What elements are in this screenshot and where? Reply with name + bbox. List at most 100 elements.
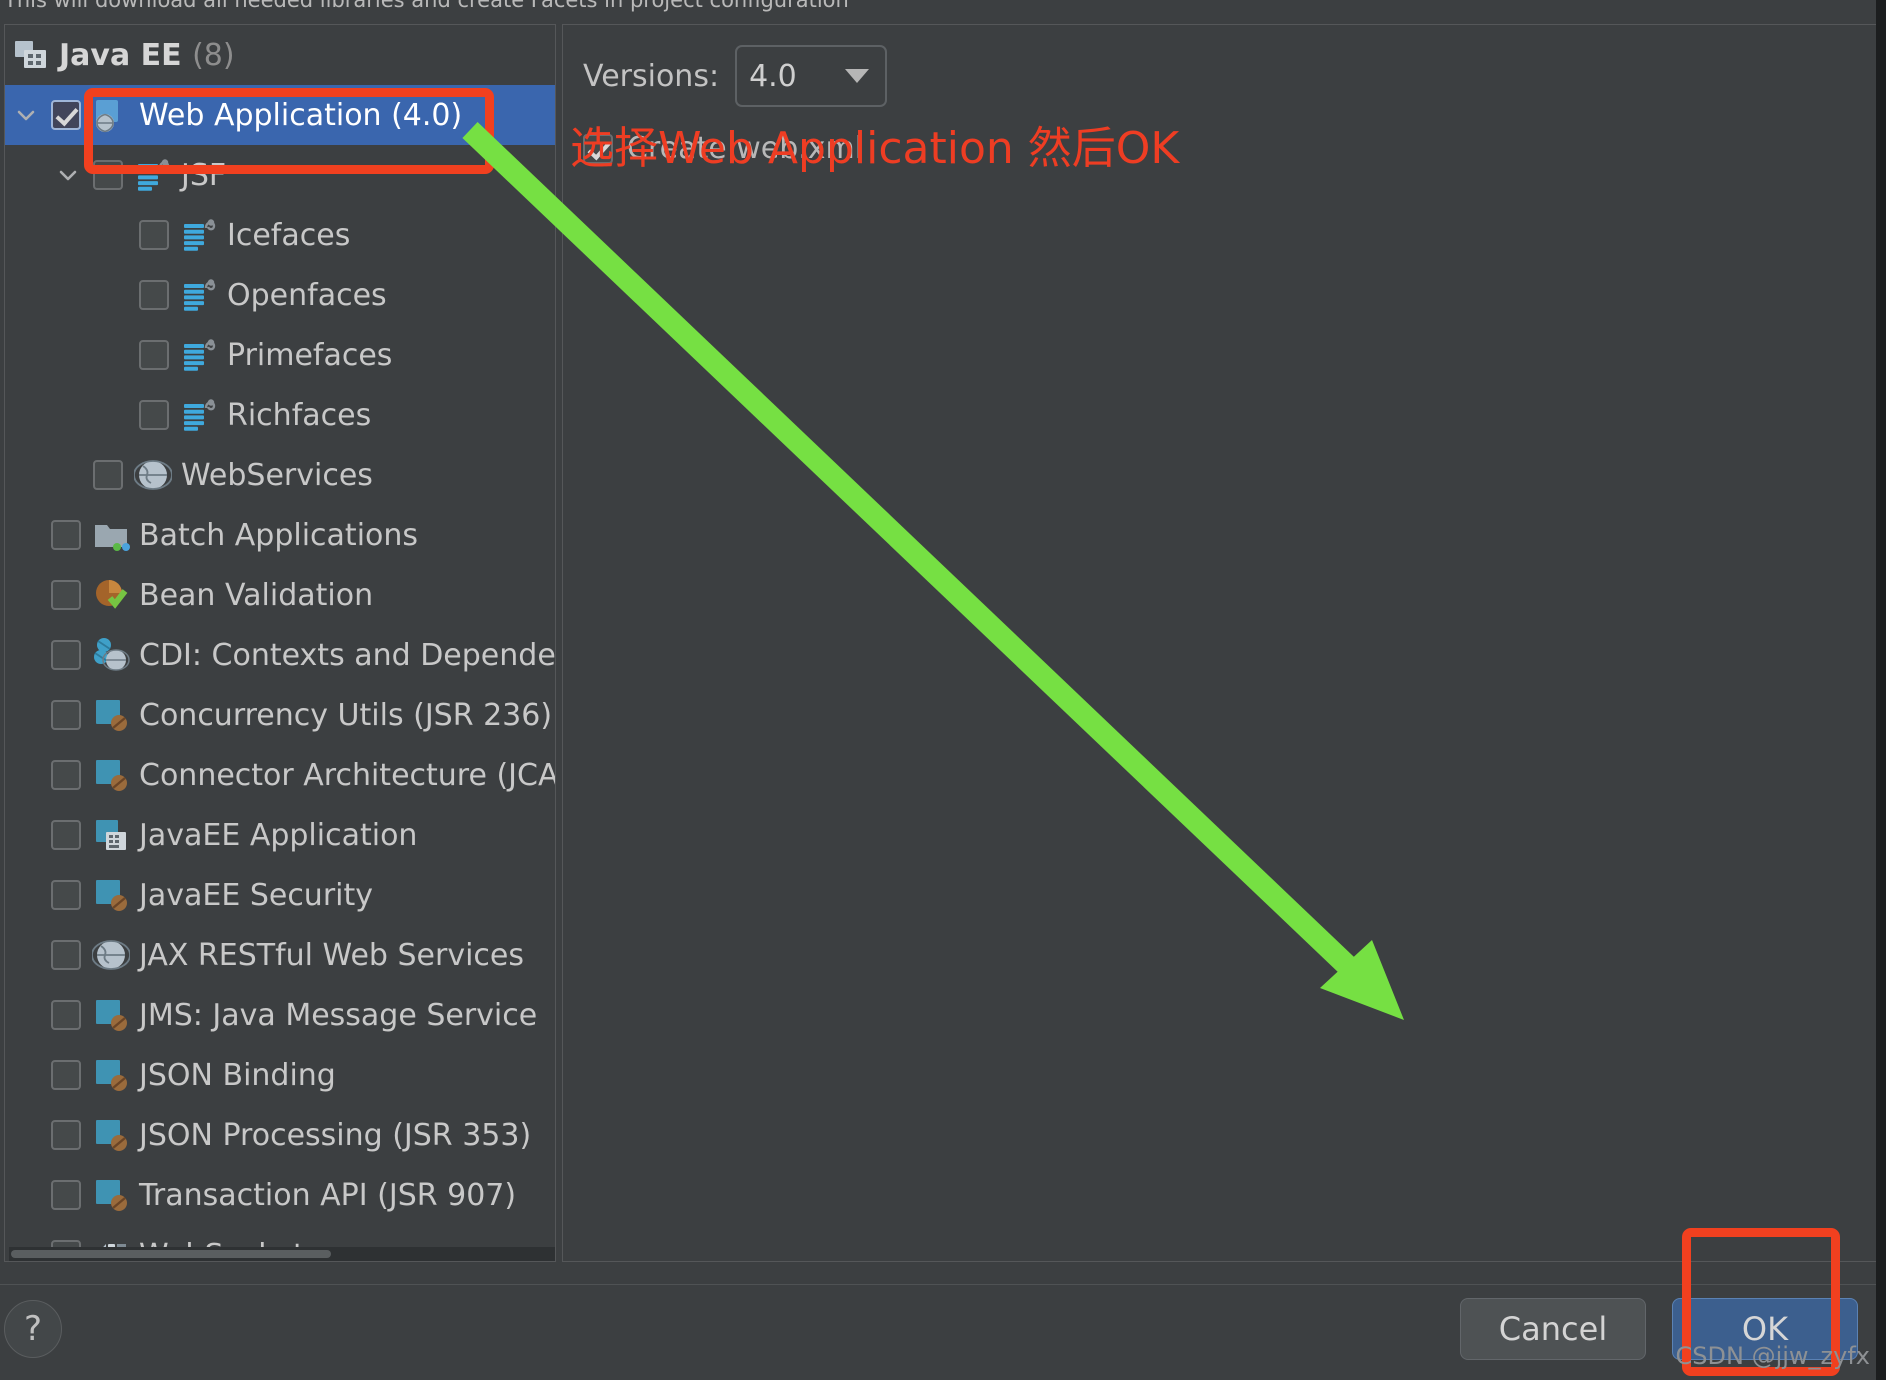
tree-item-checkbox[interactable] <box>85 460 131 490</box>
tree-item-label: Openfaces <box>227 277 387 313</box>
checkbox-unchecked-icon[interactable] <box>93 460 123 490</box>
tree-item-checkbox[interactable] <box>43 700 89 730</box>
tree-item-json-binding[interactable]: JSON Binding <box>5 1045 555 1105</box>
tree-item-checkbox[interactable] <box>43 760 89 790</box>
checkbox-unchecked-icon[interactable] <box>139 220 169 250</box>
tree-item-label: JSON Binding <box>139 1057 336 1093</box>
create-webxml-label: Create web.xml <box>627 131 864 166</box>
jsf-icon <box>131 156 175 194</box>
jsf-icon <box>177 396 221 434</box>
tree-item-checkbox[interactable] <box>43 880 89 910</box>
tree-group-java-ee[interactable]: Java EE (8) <box>5 25 555 85</box>
tree-item-javaee-application[interactable]: JavaEE Application <box>5 805 555 865</box>
dialog-footer: ? Cancel OK <box>0 1284 1886 1380</box>
java-square-icon <box>89 876 133 914</box>
tree-item-label: WebServices <box>181 457 373 493</box>
chevron-down-icon[interactable] <box>51 162 85 188</box>
tree-item-checkbox[interactable] <box>85 160 131 190</box>
checkbox-unchecked-icon[interactable] <box>139 340 169 370</box>
tree-item-json-processing-jsr-353[interactable]: JSON Processing (JSR 353) <box>5 1105 555 1165</box>
scrollbar-thumb[interactable] <box>11 1250 331 1258</box>
tree-item-checkbox[interactable] <box>43 940 89 970</box>
dialog-body: Java EE (8) Web Application (4.0) JSF Icefa… <box>0 22 1886 1284</box>
tree-item-label: Connector Architecture (JCA) <box>139 757 555 793</box>
facets-tree-panel[interactable]: Java EE (8) Web Application (4.0) JSF Icefa… <box>4 24 556 1262</box>
checkbox-unchecked-icon[interactable] <box>51 640 81 670</box>
tree-item-concurrency-utils-jsr-236[interactable]: Concurrency Utils (JSR 236) <box>5 685 555 745</box>
tree-item-label: JavaEE Security <box>139 877 374 913</box>
tree-item-icefaces[interactable]: Icefaces <box>5 205 555 265</box>
tree-item-checkbox[interactable] <box>43 520 89 550</box>
checkbox-unchecked-icon[interactable] <box>51 820 81 850</box>
tree-item-checkbox[interactable] <box>131 280 177 310</box>
cancel-button[interactable]: Cancel <box>1460 1298 1646 1360</box>
tree-item-webservices[interactable]: WebServices <box>5 445 555 505</box>
checkbox-unchecked-icon[interactable] <box>139 400 169 430</box>
create-webxml-row[interactable]: Create web.xml <box>583 131 863 166</box>
web-application-icon <box>89 96 133 134</box>
tree-item-transaction-api-jsr-907[interactable]: Transaction API (JSR 907) <box>5 1165 555 1225</box>
checkbox-unchecked-icon[interactable] <box>51 520 81 550</box>
tree-item-checkbox[interactable] <box>43 100 89 130</box>
checkbox-unchecked-icon[interactable] <box>51 1060 81 1090</box>
checkbox-unchecked-icon[interactable] <box>51 1180 81 1210</box>
tree-item-jsf[interactable]: JSF <box>5 145 555 205</box>
tree-item-label: Transaction API (JSR 907) <box>139 1177 517 1213</box>
tree-item-web-application-4-0[interactable]: Web Application (4.0) <box>5 85 555 145</box>
ok-button[interactable]: OK <box>1672 1298 1858 1360</box>
tree-item-bean-validation[interactable]: Bean Validation <box>5 565 555 625</box>
tree-item-checkbox[interactable] <box>131 400 177 430</box>
facets-tree[interactable]: Java EE (8) Web Application (4.0) JSF Icefa… <box>5 25 555 1261</box>
jsf-icon <box>177 216 221 254</box>
folder-icon <box>89 516 133 554</box>
tree-item-checkbox[interactable] <box>43 1000 89 1030</box>
tree-item-label: Concurrency Utils (JSR 236) <box>139 697 553 733</box>
dialog-vertical-scrollbar[interactable] <box>1876 0 1886 1380</box>
checkbox-unchecked-icon[interactable] <box>51 1120 81 1150</box>
tree-item-openfaces[interactable]: Openfaces <box>5 265 555 325</box>
tree-item-checkbox[interactable] <box>43 1120 89 1150</box>
dialog-hint-text: This will download all needed libraries … <box>4 0 849 12</box>
tree-item-checkbox[interactable] <box>43 1180 89 1210</box>
tree-item-label: JMS: Java Message Service <box>139 997 538 1033</box>
tree-item-jax-restful-web-services[interactable]: JAX RESTful Web Services <box>5 925 555 985</box>
checkbox-unchecked-icon[interactable] <box>51 940 81 970</box>
checkbox-unchecked-icon[interactable] <box>51 880 81 910</box>
tree-item-label: JSON Processing (JSR 353) <box>139 1117 532 1153</box>
tree-item-batch-applications[interactable]: Batch Applications <box>5 505 555 565</box>
java-square-icon <box>89 996 133 1034</box>
tree-item-checkbox[interactable] <box>43 1060 89 1090</box>
tree-item-primefaces[interactable]: Primefaces <box>5 325 555 385</box>
tree-item-checkbox[interactable] <box>131 220 177 250</box>
tree-item-cdi-contexts-and-dependency-injection[interactable]: CDI: Contexts and Dependency Injection <box>5 625 555 685</box>
versions-select[interactable]: 4.0 <box>735 45 888 107</box>
tree-item-label: Batch Applications <box>139 517 419 553</box>
checkbox-unchecked-icon[interactable] <box>139 280 169 310</box>
java-square-icon <box>89 756 133 794</box>
jsf-icon <box>177 276 221 314</box>
versions-selected-value: 4.0 <box>749 58 797 94</box>
java-square-icon <box>89 696 133 734</box>
tree-item-jms-java-message-service[interactable]: JMS: Java Message Service <box>5 985 555 1045</box>
tree-item-checkbox[interactable] <box>43 580 89 610</box>
tree-item-checkbox[interactable] <box>43 640 89 670</box>
checkbox-unchecked-icon[interactable] <box>51 760 81 790</box>
java-square-icon <box>89 1116 133 1154</box>
help-button[interactable]: ? <box>4 1300 62 1358</box>
versions-row: Versions: 4.0 <box>583 45 888 107</box>
tree-item-checkbox[interactable] <box>43 820 89 850</box>
checkbox-unchecked-icon[interactable] <box>93 160 123 190</box>
checkbox-unchecked-icon[interactable] <box>51 580 81 610</box>
tree-item-checkbox[interactable] <box>131 340 177 370</box>
chevron-down-icon[interactable] <box>9 102 43 128</box>
tree-item-javaee-security[interactable]: JavaEE Security <box>5 865 555 925</box>
create-webxml-checkbox[interactable] <box>583 133 613 164</box>
facets-dialog: This will download all needed libraries … <box>0 0 1886 1380</box>
tree-item-label: Primefaces <box>227 337 393 373</box>
tree-item-richfaces[interactable]: Richfaces <box>5 385 555 445</box>
tree-horizontal-scrollbar[interactable] <box>9 1247 555 1261</box>
tree-item-connector-architecture-jca[interactable]: Connector Architecture (JCA) <box>5 745 555 805</box>
checkbox-checked-icon[interactable] <box>51 100 81 130</box>
checkbox-unchecked-icon[interactable] <box>51 1000 81 1030</box>
checkbox-unchecked-icon[interactable] <box>51 700 81 730</box>
